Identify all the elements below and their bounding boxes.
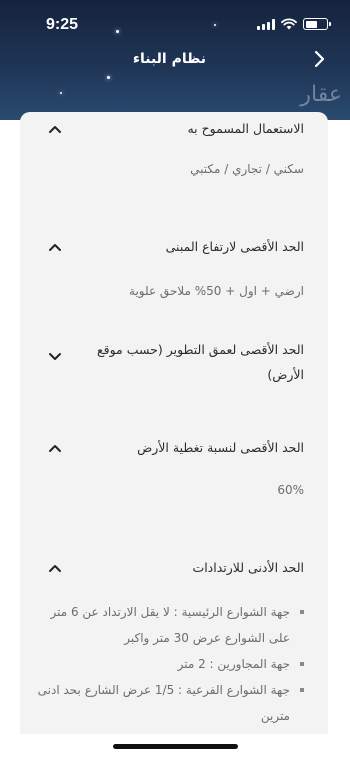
aqar-logo-watermark: عقار xyxy=(300,82,342,107)
status-icons xyxy=(257,18,331,30)
page-title: نظام البناء xyxy=(132,51,206,67)
section-title: الحد الأدنى للارتدادات xyxy=(192,560,304,575)
list-item: جهة الشوارع الرئيسية : لا يقل الارتداد ع… xyxy=(34,599,304,651)
section-title: الحد الأقصى لعمق التطوير (حسب موقع الأرض… xyxy=(96,342,304,382)
star-decoration xyxy=(107,76,110,79)
section-value: سكني / تجاري / مكتبي xyxy=(190,162,304,176)
cellular-signal-icon xyxy=(257,18,275,30)
star-decoration xyxy=(60,92,62,94)
section-value: ارضي + اول + 50% ملاحق علوية xyxy=(129,284,304,298)
list-item: جهة الشوارع الفرعية : 1/5 عرض الشارع بحد… xyxy=(34,677,304,729)
wifi-icon xyxy=(281,18,297,30)
section-title: الحد الأقصى لنسبة تغطية الأرض xyxy=(137,440,304,455)
chevron-down-icon[interactable] xyxy=(48,351,62,361)
setback-list: جهة الشوارع الرئيسية : لا يقل الارتداد ع… xyxy=(34,599,304,729)
chevron-up-icon[interactable] xyxy=(48,563,62,573)
section-value: 60% xyxy=(277,483,304,497)
chevron-up-icon[interactable] xyxy=(48,443,62,453)
chevron-up-icon[interactable] xyxy=(48,242,62,252)
section-title: الاستعمال المسموح به xyxy=(187,121,304,136)
home-indicator[interactable] xyxy=(113,744,238,749)
header-background: 9:25 نظام البناء عقار xyxy=(0,0,350,120)
building-regulations-sheet: الاستعمال المسموح به سكني / تجاري / مكتب… xyxy=(20,112,328,734)
chevron-up-icon[interactable] xyxy=(48,124,62,134)
status-bar: 9:25 xyxy=(0,0,350,44)
battery-icon xyxy=(303,18,331,30)
list-item: جهة المجاورين : 2 متر xyxy=(34,651,304,677)
status-time: 9:25 xyxy=(46,16,79,33)
chevron-right-icon[interactable] xyxy=(312,50,326,68)
section-title: الحد الأقصى لارتفاع المبنى xyxy=(165,239,304,254)
